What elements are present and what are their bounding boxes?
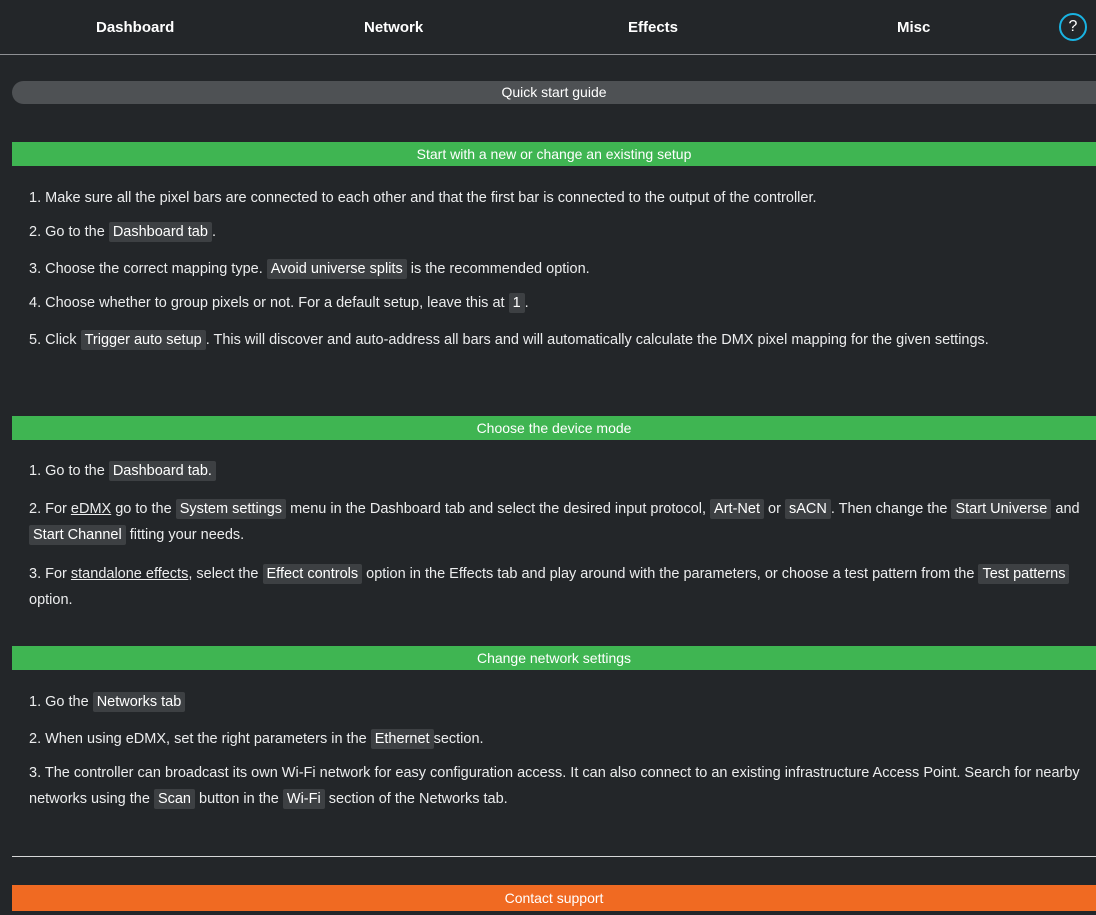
- scan-chip: Scan: [153, 789, 195, 809]
- network-step-2: 2. When using eDMX, set the right parame…: [29, 729, 484, 749]
- group-value-chip: 1: [508, 293, 525, 313]
- system-settings-chip: System settings: [175, 499, 287, 519]
- networks-tab-chip: Networks tab: [92, 692, 186, 712]
- dashboard-tab-chip: Dashboard tab: [108, 222, 212, 242]
- tab-effects[interactable]: Effects: [628, 19, 678, 36]
- setup-step-1: 1. Make sure all the pixel bars are conn…: [29, 190, 817, 206]
- standalone-effects-link[interactable]: standalone effects: [71, 566, 188, 582]
- tab-network[interactable]: Network: [364, 19, 423, 36]
- trigger-auto-setup-chip: Trigger auto setup: [80, 330, 206, 350]
- tab-misc[interactable]: Misc: [897, 19, 930, 36]
- network-step-1: 1. Go the Networks tab: [29, 689, 1084, 715]
- mode-step-2: 2. For eDMX go to the System settings me…: [29, 499, 1080, 545]
- setup-step-5: 5. Click Trigger auto setup. This will d…: [29, 330, 989, 350]
- wifi-chip: Wi-Fi: [282, 789, 325, 809]
- avoid-universe-splits-chip: Avoid universe splits: [266, 259, 407, 279]
- effect-controls-chip: Effect controls: [262, 564, 363, 584]
- top-nav: Dashboard Network Effects Misc ?: [0, 0, 1096, 55]
- divider: [12, 856, 1096, 857]
- art-net-chip: Art-Net: [710, 499, 764, 519]
- mode-step-1: 1. Go to the Dashboard tab.: [29, 458, 1084, 484]
- section-header-network: Change network settings: [12, 646, 1096, 670]
- quick-start-guide-button[interactable]: Quick start guide: [12, 81, 1096, 104]
- setup-step-2: 2. Go to the Dashboard tab.: [29, 222, 216, 242]
- mode-step-3: 3. For standalone effects, select the Ef…: [29, 561, 1084, 613]
- contact-support-button[interactable]: Contact support: [12, 885, 1096, 911]
- tab-dashboard[interactable]: Dashboard: [96, 19, 174, 36]
- section-header-device-mode: Choose the device mode: [12, 416, 1096, 440]
- section-header-setup: Start with a new or change an existing s…: [12, 142, 1096, 166]
- sacn-chip: sACN: [784, 499, 831, 519]
- network-step-3: 3. The controller can broadcast its own …: [29, 765, 1080, 809]
- help-icon[interactable]: ?: [1059, 13, 1087, 41]
- ethernet-chip: Ethernet: [370, 729, 434, 749]
- test-patterns-chip: Test patterns: [978, 564, 1070, 584]
- setup-step-3: 3. Choose the correct mapping type. Avoi…: [29, 259, 590, 279]
- start-channel-chip: Start Channel: [29, 525, 126, 545]
- start-universe-chip: Start Universe: [951, 499, 1052, 519]
- dashboard-tab-chip: Dashboard tab.: [108, 461, 216, 481]
- edmx-link[interactable]: eDMX: [71, 501, 111, 517]
- setup-step-4: 4. Choose whether to group pixels or not…: [29, 293, 529, 313]
